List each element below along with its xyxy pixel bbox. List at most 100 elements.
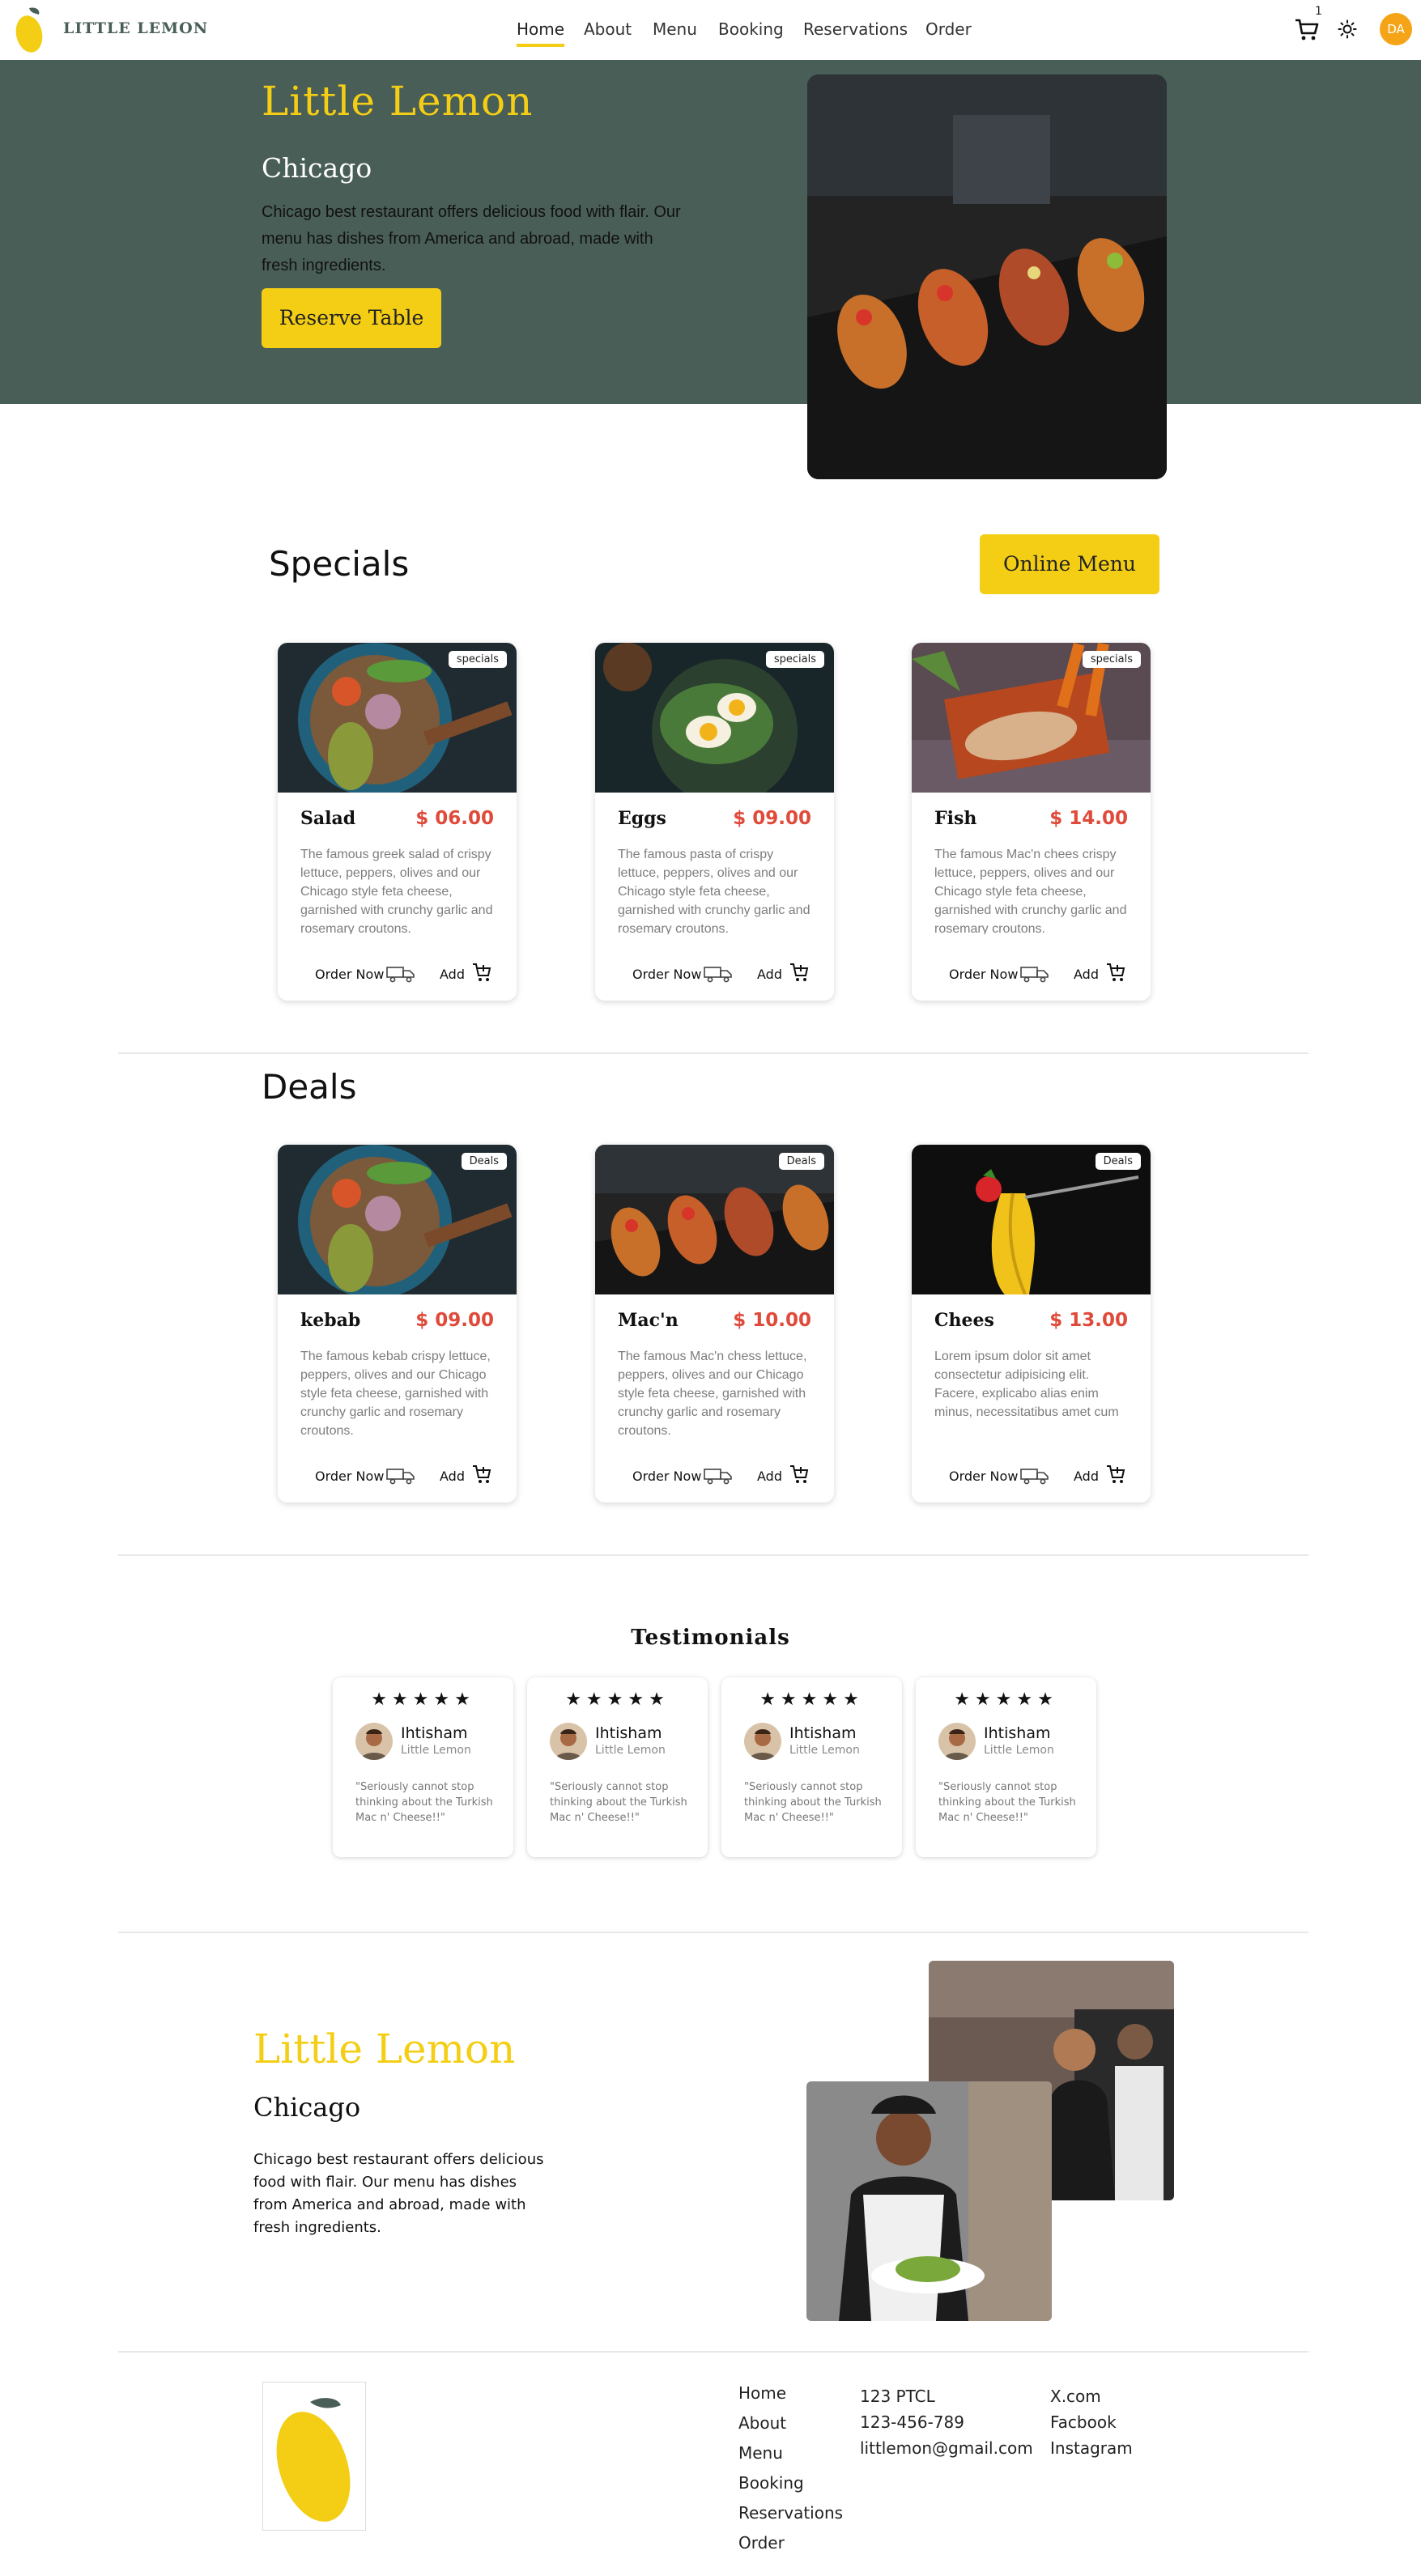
add-cart-icon[interactable] (472, 962, 491, 983)
about-title: Little Lemon (253, 2026, 516, 2072)
testimonial-card: ★★★★★ Ihtisham Little Lemon "Seriously c… (721, 1677, 902, 1857)
add-to-cart-label[interactable]: Add (1074, 967, 1099, 982)
specials-title: Specials (269, 544, 410, 584)
dish-name: kebab (300, 1310, 361, 1331)
theme-toggle-sun-icon[interactable] (1338, 19, 1357, 39)
dish-name: Fish (934, 808, 977, 829)
footer-phone[interactable]: 123-456-789 (860, 2412, 1033, 2438)
footer-link-home[interactable]: Home (738, 2383, 843, 2413)
order-now-link[interactable]: Order Now (315, 967, 384, 982)
cart-icon[interactable] (1294, 18, 1320, 42)
dish-price: $ 13.00 (1049, 1310, 1128, 1331)
order-now-link[interactable]: Order Now (949, 967, 1018, 982)
delivery-truck-icon[interactable] (1020, 965, 1049, 983)
online-menu-button[interactable]: Online Menu (980, 534, 1159, 594)
testimonial-card: ★★★★★ Ihtisham Little Lemon "Seriously c… (527, 1677, 708, 1857)
nav-link-reservations[interactable]: Reservations (803, 19, 908, 39)
about-description: Chicago best restaurant offers delicious… (253, 2151, 544, 2236)
hero-description: Chicago best restaurant offers delicious… (262, 203, 681, 274)
special-card-salad: specials Salad $ 06.00 The famous greek … (278, 643, 517, 1001)
special-card-eggs: specials Eggs $ 09.00 The famous pasta o… (595, 643, 834, 1001)
footer-link-booking[interactable]: Booking (738, 2473, 843, 2503)
add-to-cart-label[interactable]: Add (757, 967, 782, 982)
dish-description: The famous Mac'n chees crispy lettuce, p… (934, 848, 1127, 934)
reviewer-avatar (355, 1723, 393, 1760)
nav-link-menu[interactable]: Menu (653, 19, 697, 39)
brand-name[interactable]: LITTLE LEMON (63, 19, 208, 37)
deal-card-kebab: Deals kebab $ 09.00 The famous kebab cri… (278, 1145, 517, 1503)
reviewer-name: Ihtisham (789, 1724, 857, 1742)
dish-description: The famous pasta of crispy lettuce, pepp… (618, 848, 810, 934)
footer-link-facebook[interactable]: Facbook (1050, 2412, 1133, 2438)
testimonial-card: ★★★★★ Ihtisham Little Lemon "Seriously c… (916, 1677, 1096, 1857)
add-cart-icon[interactable] (789, 1464, 809, 1485)
footer-link-order[interactable]: Order (738, 2533, 843, 2563)
footer-logo[interactable] (262, 2382, 366, 2531)
nav-link-about[interactable]: About (584, 19, 632, 39)
dish-name: Mac'n (618, 1310, 679, 1331)
order-now-link[interactable]: Order Now (632, 967, 701, 982)
cart-count-badge: 1 (1315, 5, 1322, 18)
reviewer-role: Little Lemon (984, 1744, 1054, 1757)
top-navbar: LITTLE LEMON Home About Menu Booking Res… (0, 0, 1421, 60)
add-cart-icon[interactable] (472, 1464, 491, 1485)
lemon-logo-icon[interactable] (13, 5, 45, 55)
reviewer-name: Ihtisham (595, 1724, 662, 1742)
add-to-cart-label[interactable]: Add (440, 967, 465, 982)
specials-tag: specials (1082, 651, 1141, 668)
deal-card-macn: Deals Mac'n $ 10.00 The famous Mac'n che… (595, 1145, 834, 1503)
nav-link-order[interactable]: Order (925, 19, 972, 39)
section-divider (118, 2351, 1308, 2353)
add-cart-icon[interactable] (789, 962, 809, 983)
specials-tag: specials (765, 651, 824, 668)
add-cart-icon[interactable] (1106, 962, 1125, 983)
section-divider (118, 1932, 1308, 1933)
reviewer-name: Ihtisham (984, 1724, 1051, 1742)
footer-link-menu[interactable]: Menu (738, 2443, 843, 2473)
rating-stars: ★★★★★ (759, 1689, 864, 1709)
hero-banner (0, 60, 1421, 404)
testimonial-card: ★★★★★ Ihtisham Little Lemon "Seriously c… (333, 1677, 513, 1857)
delivery-truck-icon[interactable] (1020, 1467, 1049, 1485)
specials-tag: specials (448, 651, 507, 668)
add-to-cart-label[interactable]: Add (440, 1469, 465, 1484)
delivery-truck-icon[interactable] (704, 1467, 733, 1485)
footer-social: X.com Facbook Instagram (1050, 2387, 1133, 2464)
deal-card-chees: Deals Chees $ 13.00 Lorem ipsum dolor si… (912, 1145, 1151, 1503)
footer-link-about[interactable]: About (738, 2413, 843, 2443)
reviewer-role: Little Lemon (401, 1744, 471, 1757)
review-quote: "Seriously cannot stop thinking about th… (938, 1781, 1076, 1824)
deals-tag: Deals (778, 1153, 824, 1170)
dish-price: $ 14.00 (1049, 808, 1128, 829)
footer-contact: 123 PTCL 123-456-789 littlemon@gmail.com (860, 2387, 1033, 2464)
reviewer-role: Little Lemon (595, 1744, 666, 1757)
special-card-fish: specials Fish $ 14.00 The famous Mac'n c… (912, 643, 1151, 1001)
add-cart-icon[interactable] (1106, 1464, 1125, 1485)
delivery-truck-icon[interactable] (386, 965, 415, 983)
order-now-link[interactable]: Order Now (315, 1469, 384, 1484)
reviewer-avatar (550, 1723, 587, 1760)
footer-link-reservations[interactable]: Reservations (738, 2503, 843, 2533)
hero-food-image (807, 74, 1167, 479)
delivery-truck-icon[interactable] (386, 1467, 415, 1485)
dish-name: Chees (934, 1310, 994, 1331)
reviewer-avatar (938, 1723, 976, 1760)
footer-email[interactable]: littlemon@gmail.com (860, 2438, 1033, 2464)
testimonials-title: Testimonials (631, 1626, 790, 1650)
chef-plating-photo (806, 2081, 1052, 2321)
nav-link-home[interactable]: Home (517, 19, 565, 47)
add-to-cart-label[interactable]: Add (757, 1469, 782, 1484)
order-now-link[interactable]: Order Now (632, 1469, 701, 1484)
add-to-cart-label[interactable]: Add (1074, 1469, 1099, 1484)
delivery-truck-icon[interactable] (704, 965, 733, 983)
order-now-link[interactable]: Order Now (949, 1469, 1018, 1484)
section-divider (118, 1554, 1308, 1556)
footer-link-x[interactable]: X.com (1050, 2387, 1133, 2412)
footer-address: 123 PTCL (860, 2387, 935, 2406)
reserve-table-button[interactable]: Reserve Table (262, 288, 441, 348)
nav-link-booking[interactable]: Booking (718, 19, 784, 39)
user-avatar[interactable]: DA (1380, 13, 1412, 45)
footer-link-instagram[interactable]: Instagram (1050, 2438, 1133, 2464)
section-divider (118, 1052, 1308, 1054)
dish-name: Eggs (618, 808, 666, 829)
